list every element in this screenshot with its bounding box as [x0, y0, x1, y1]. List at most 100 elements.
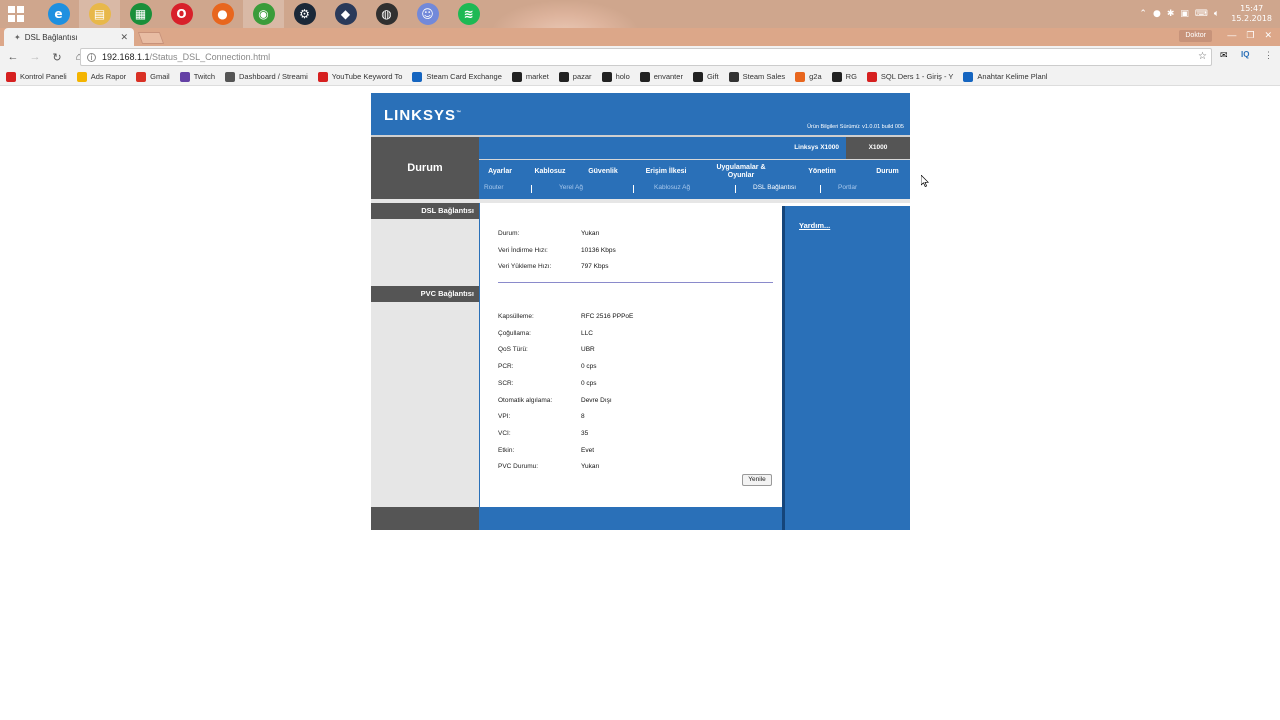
status-value: 0 cps — [581, 379, 597, 387]
status-row: Durum: Yukarı — [498, 230, 599, 237]
volume-icon[interactable]: 🔈︎ — [1214, 9, 1219, 19]
taskbar-firefox[interactable]: ● — [202, 0, 243, 28]
url-path: /Status_DSL_Connection.html — [149, 52, 271, 62]
bookmark-favicon-icon — [317, 71, 328, 82]
status-value: RFC 2516 PPPoE — [581, 313, 634, 320]
bookmark-label: YouTube Keyword To — [331, 72, 403, 81]
close-icon[interactable]: ✕ — [1264, 30, 1272, 41]
obs-icon: ◍ — [375, 3, 398, 25]
submenu-yerel-ag[interactable]: Yerel Ağ — [559, 184, 583, 191]
minimize-icon[interactable]: — — [1227, 30, 1236, 41]
taskbar-store[interactable]: ▦ — [120, 0, 161, 28]
forward-icon[interactable]: → — [26, 51, 44, 63]
taskbar-file-explorer[interactable]: ▤ — [79, 0, 120, 28]
taskbar-chrome[interactable]: ◉ — [243, 0, 284, 28]
taskbar-steam[interactable]: ⚙ — [284, 0, 325, 28]
profile-button[interactable]: Doktor — [1179, 30, 1212, 42]
taskbar-discord[interactable]: ☺ — [407, 0, 448, 28]
new-tab-button[interactable] — [137, 32, 165, 44]
bookmark-label: Ads Rapor — [90, 72, 127, 81]
bookmark-label: envanter — [653, 72, 683, 81]
bookmark-item[interactable]: Gift — [692, 71, 719, 82]
bookmark-label: Twitch — [193, 72, 215, 81]
taskbar-internet-explorer[interactable]: e — [38, 0, 79, 28]
menu-yonetim[interactable]: Yönetim — [795, 160, 849, 184]
status-row: Çoğullama: LLC — [498, 330, 593, 337]
help-link[interactable]: Yardım... — [799, 221, 830, 230]
keyboard-icon[interactable]: ⌨ — [1195, 9, 1208, 19]
restore-icon[interactable]: ❐ — [1246, 30, 1254, 41]
bookmark-item[interactable]: g2a — [795, 71, 822, 82]
status-label: PVC Durumu: — [498, 463, 539, 471]
bookmark-item[interactable]: SQL Ders 1 - Giriş - Y — [866, 71, 953, 82]
taskbar-obs[interactable]: ◍ — [366, 0, 407, 28]
bookmark-label: g2a — [809, 72, 822, 81]
menu-uygulamalar[interactable]: Uygulamalar & Oyunlar — [705, 160, 777, 184]
close-tab-icon[interactable]: ✕ — [120, 32, 128, 43]
iq-extension-icon[interactable]: IQ — [1241, 50, 1249, 59]
menu-kablosuz[interactable]: Kablosuz — [525, 160, 575, 184]
submenu-portlar[interactable]: Portlar — [838, 184, 857, 191]
url-host: 192.168.1.1 — [102, 52, 150, 62]
bookmark-favicon-icon — [511, 71, 522, 82]
taskbar-opera[interactable]: O — [161, 0, 202, 28]
submenu-kablosuz-ag[interactable]: Kablosuz Ağ — [654, 184, 690, 191]
clock[interactable]: 15:47 15.2.2018 — [1231, 4, 1272, 24]
menu-durum[interactable]: Durum — [865, 160, 910, 184]
spotify-icon: ≋ — [457, 3, 480, 25]
menu-guvenlik[interactable]: Güvenlik — [579, 160, 627, 184]
menu-ayarlar[interactable]: Ayarlar — [479, 160, 521, 184]
start-button[interactable] — [0, 0, 32, 28]
status-row: PVC Durumu: Yukarı — [498, 463, 599, 470]
bookmark-item[interactable]: Gmail — [136, 71, 170, 82]
menu-icon[interactable]: ⋮ — [1264, 50, 1273, 61]
bookmark-item[interactable]: Dashboard / Streami — [225, 71, 308, 82]
mail-extension-icon[interactable]: ✉ — [1220, 50, 1228, 61]
reload-icon[interactable]: ↻ — [48, 51, 66, 64]
bookmark-item[interactable]: envanter — [639, 71, 683, 82]
bookmark-item[interactable]: holo — [601, 71, 630, 82]
bookmark-item[interactable]: Kontrol Paneli — [6, 71, 67, 82]
internet-explorer-icon: e — [47, 3, 70, 25]
menu-erisim-ilkesi[interactable]: Erişim İlkesi — [637, 160, 695, 184]
back-icon[interactable]: ← — [4, 51, 22, 63]
status-label: Çoğullama: — [498, 329, 531, 337]
bookmark-item[interactable]: market — [511, 71, 549, 82]
submenu-dsl-baglantisi[interactable]: DSL Bağlantısı — [753, 184, 796, 191]
file-explorer-icon: ▤ — [88, 3, 111, 25]
browser-tab[interactable]: ✦ DSL Bağlantısı ✕ — [4, 28, 134, 46]
bookmark-favicon-icon — [179, 71, 190, 82]
info-icon[interactable]: i — [87, 52, 96, 62]
status-row: SCR: 0 cps — [498, 380, 597, 387]
model-number: X1000 — [846, 137, 910, 159]
bookmark-item[interactable]: Steam Card Exchange — [412, 71, 502, 82]
taskbar-spotify[interactable]: ≋ — [448, 0, 489, 28]
bookmark-favicon-icon — [601, 71, 612, 82]
status-label: Veri İndirme Hızı: — [498, 246, 548, 254]
status-label: Durum: — [498, 230, 520, 237]
taskbar-app-shield[interactable]: ◆ — [325, 0, 366, 28]
network-icon[interactable]: ▣ — [1180, 9, 1189, 19]
bookmark-item[interactable]: YouTube Keyword To — [317, 71, 403, 82]
tab-title: DSL Bağlantısı — [24, 32, 78, 42]
bookmark-item[interactable]: Ads Rapor — [76, 71, 127, 82]
address-bar[interactable]: i 192.168.1.1 /Status_DSL_Connection.htm… — [80, 48, 1212, 66]
status-value: Devre Dışı — [581, 396, 612, 404]
submenu-router[interactable]: Router — [484, 184, 504, 191]
firefox-icon: ● — [211, 3, 234, 25]
bookmark-label: Kontrol Paneli — [20, 72, 67, 81]
bookmark-item[interactable]: pazar — [558, 71, 592, 82]
tray-app-icon[interactable]: ● — [1153, 9, 1161, 19]
bookmark-item[interactable]: Anahtar Kelime Planl — [963, 71, 1047, 82]
bookmark-star-icon[interactable]: ☆ — [1198, 51, 1207, 62]
bookmark-item[interactable]: Twitch — [179, 71, 215, 82]
chevron-up-icon[interactable]: ⌃ — [1139, 9, 1147, 19]
status-row: PCR: 0 cps — [498, 363, 597, 370]
status-value: LLC — [581, 329, 593, 337]
bookmark-item[interactable]: Steam Sales — [728, 71, 785, 82]
bookmark-item[interactable]: RG — [831, 71, 857, 82]
tray-app-icon[interactable]: ✱ — [1167, 9, 1175, 19]
status-row: Kapsülleme: RFC 2516 PPPoE — [498, 313, 633, 320]
refresh-button[interactable]: Yenile — [742, 474, 772, 486]
pvc-section-label: PVC Bağlantısı — [371, 286, 479, 302]
